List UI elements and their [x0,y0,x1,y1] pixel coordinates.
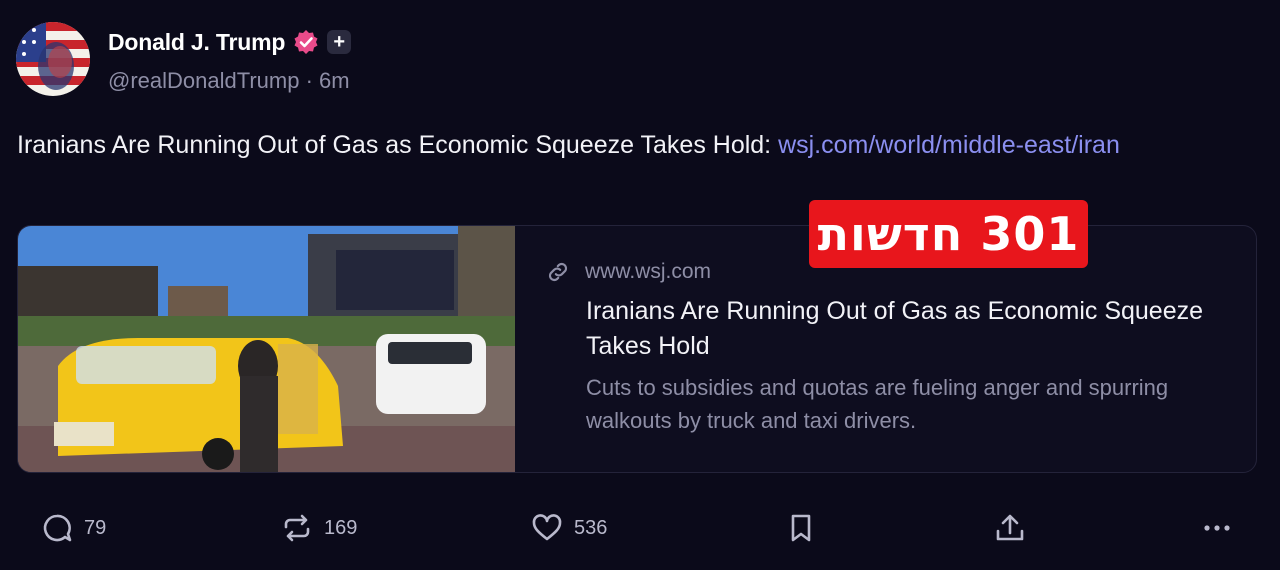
handle-row: @realDonaldTrump · 6m [108,68,350,94]
more-options-button[interactable] [1200,505,1234,551]
link-icon [548,262,568,282]
bookmark-icon [791,514,811,542]
reply-button[interactable]: 79 [40,505,106,551]
street-scene-image [18,226,515,472]
share-button[interactable] [993,505,1027,551]
bookmark-button[interactable] [784,505,818,551]
card-domain-row: www.wsj.com [545,259,711,285]
author-handle[interactable]: @realDonaldTrump [108,68,299,93]
repost-icon [284,514,310,542]
news-channel-overlay: 301 חדשות [809,200,1088,268]
author-name-row: Donald J. Trump + [108,26,352,58]
card-domain: www.wsj.com [585,260,712,283]
more-icon [1204,525,1230,531]
share-icon [996,514,1024,541]
display-name[interactable]: Donald J. Trump [108,29,285,56]
post: Donald J. Trump + @realDonaldTrump · 6m … [0,0,1280,570]
avatar-image [16,22,90,96]
card-image [18,226,515,472]
repost-button[interactable]: 169 [280,505,357,551]
reply-count: 79 [84,516,107,539]
like-count: 536 [574,516,608,539]
post-text: Iranians Are Running Out of Gas as Econo… [17,128,1257,163]
heart-icon [532,514,562,541]
handle-separator: · [299,68,320,93]
author-avatar[interactable] [16,22,90,96]
like-button[interactable]: 536 [530,505,607,551]
plus-badge-icon: + [327,30,352,54]
post-timestamp[interactable]: 6m [319,68,350,93]
post-text-body: Iranians Are Running Out of Gas as Econo… [17,131,779,159]
verified-badge-icon [294,30,318,54]
action-bar: 79 169 536 [0,505,1280,551]
card-description: Cuts to subsidies and quotas are fueling… [586,375,1169,433]
post-link[interactable]: wsj.com/world/middle-east/iran [778,131,1120,159]
repost-count: 169 [324,516,358,539]
reply-icon [43,514,72,542]
card-title: Iranians Are Running Out of Gas as Econo… [586,297,1204,360]
